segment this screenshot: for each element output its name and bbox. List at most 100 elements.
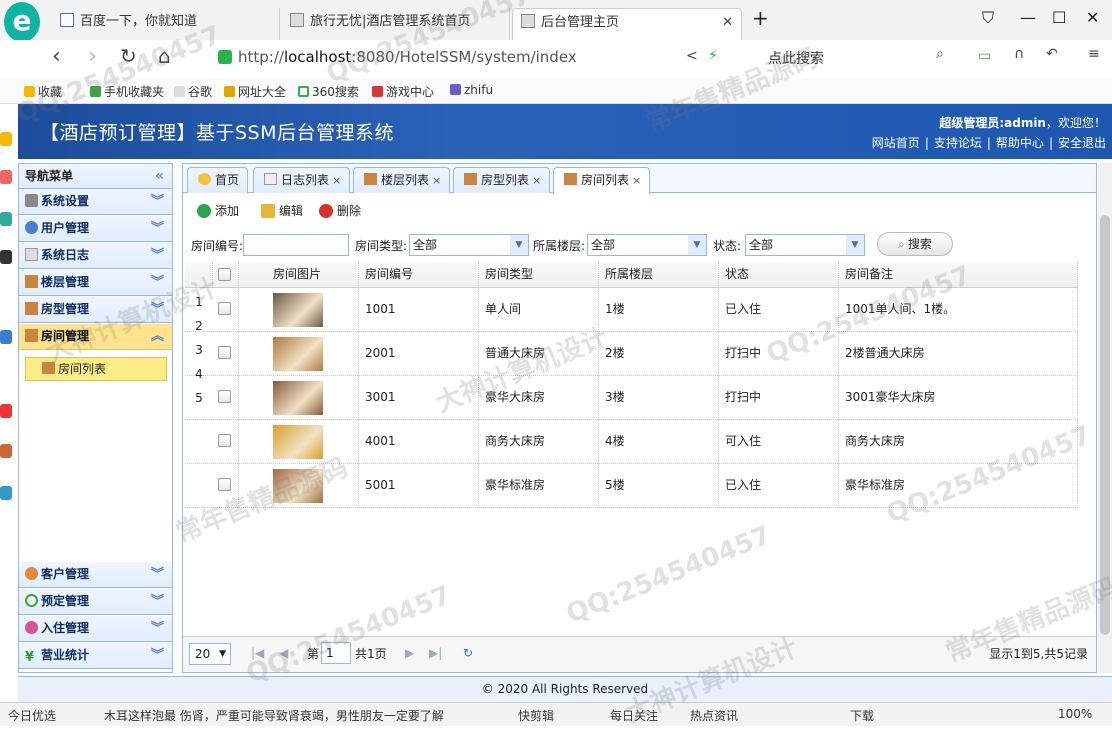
room-thumbnail[interactable]: [273, 293, 323, 327]
search-button[interactable]: ⌕ 搜索: [877, 232, 953, 256]
col-status[interactable]: 状态: [719, 262, 839, 288]
search-icon[interactable]: ⌕: [936, 46, 944, 62]
reload-icon[interactable]: ↻: [120, 44, 137, 68]
app-icon[interactable]: [0, 212, 12, 226]
bookmark-item[interactable]: 360搜索: [298, 83, 359, 100]
close-window-icon[interactable]: ✕: [1086, 8, 1099, 27]
link-forum[interactable]: 支持论坛: [934, 136, 982, 150]
app-icon[interactable]: [0, 330, 12, 344]
row-checkbox[interactable]: [218, 478, 231, 491]
share-icon[interactable]: <: [686, 48, 698, 64]
col-room-type[interactable]: 房间类型: [479, 262, 599, 288]
browser-tab-baidu[interactable]: 百度一下，你就知道: [52, 8, 280, 40]
add-button[interactable]: 添加: [197, 202, 239, 219]
sidebar-item-room-types[interactable]: 房型管理 ︾: [19, 297, 172, 323]
col-room-no[interactable]: 房间编号: [359, 262, 479, 288]
room-no-input[interactable]: [243, 234, 349, 256]
close-icon[interactable]: ×: [432, 174, 441, 187]
sidebar-item-checkin[interactable]: 入住管理 ︾: [19, 616, 172, 642]
tab-home[interactable]: 首页: [187, 167, 249, 193]
close-icon[interactable]: ×: [332, 174, 341, 187]
search-field[interactable]: 点此搜索: [768, 48, 824, 68]
status-item[interactable]: 快剪辑: [518, 707, 554, 724]
row-checkbox[interactable]: [218, 390, 231, 403]
edit-button[interactable]: 编辑: [261, 202, 303, 219]
room-type-select[interactable]: 全部 ▼: [409, 234, 529, 256]
tab-room-list[interactable]: 房间列表 ×: [553, 167, 651, 194]
room-thumbnail[interactable]: [273, 381, 323, 415]
link-site-home[interactable]: 网站首页: [872, 136, 920, 150]
status-item[interactable]: 热点资讯: [690, 707, 738, 724]
menu-icon[interactable]: ≡: [1088, 46, 1100, 62]
last-page-icon[interactable]: ▶|: [429, 646, 442, 660]
prev-page-icon[interactable]: ◀: [279, 646, 288, 660]
back-icon[interactable]: ‹: [52, 44, 61, 69]
sidebar-subitem-room-list[interactable]: 房间列表: [25, 357, 167, 381]
status-news[interactable]: 木耳这样泡最 伤肾，严重可能导致肾衰竭，男性朋友一定要了解: [104, 707, 444, 724]
sidebar-item-customers[interactable]: 客户管理 ︾: [19, 562, 172, 588]
status-item[interactable]: 每日关注: [610, 707, 658, 724]
first-page-icon[interactable]: |◀: [251, 646, 264, 660]
table-row[interactable]: 3001 豪华大床房 3楼 打扫中 3001豪华大床房: [185, 376, 1078, 420]
sidebar-item-floors[interactable]: 楼层管理 ︾: [19, 270, 172, 296]
forward-icon[interactable]: ›: [88, 44, 97, 69]
row-checkbox[interactable]: [218, 434, 231, 447]
select-all-checkbox[interactable]: [218, 268, 231, 281]
col-room-image[interactable]: 房间图片: [239, 262, 359, 288]
zoom-level[interactable]: 100%: [1058, 707, 1092, 721]
browser-tab-hotel-home[interactable]: 旅行无忧|酒店管理系统首页: [282, 8, 510, 40]
bookmark-item[interactable]: 手机收藏夹: [90, 83, 164, 100]
close-tab-icon[interactable]: ✕: [722, 9, 733, 37]
tab-roomtype-list[interactable]: 房型列表 ×: [453, 167, 551, 193]
scrollbar-thumb[interactable]: [1100, 215, 1110, 635]
url-field[interactable]: http://localhost:8080/HotelSSM/system/in…: [238, 48, 738, 70]
maximize-icon[interactable]: ☐: [1052, 8, 1066, 27]
shirt-icon[interactable]: ⛉: [982, 8, 994, 28]
sidebar-item-logs[interactable]: 系统日志 ︾: [19, 243, 172, 269]
page-input[interactable]: 1: [321, 642, 351, 664]
lightning-icon[interactable]: ⚡: [708, 48, 718, 64]
scrollbar[interactable]: [1098, 163, 1112, 673]
link-help[interactable]: 帮助中心: [996, 136, 1044, 150]
col-remark[interactable]: 房间备注: [839, 262, 1078, 288]
sidebar-item-revenue[interactable]: ¥ 营业统计 ︾: [19, 643, 172, 669]
favorites-icon[interactable]: [0, 132, 12, 146]
bookmark-item[interactable]: zhifu: [450, 83, 493, 97]
collapse-icon[interactable]: «: [155, 164, 164, 188]
sidebar-item-system-settings[interactable]: 系统设置 ︾: [19, 189, 172, 215]
app-icon[interactable]: [0, 404, 12, 418]
sidebar-item-users[interactable]: 用户管理 ︾: [19, 216, 172, 242]
tab-floor-list[interactable]: 楼层列表 ×: [353, 167, 451, 193]
app-icon[interactable]: [0, 170, 12, 184]
room-thumbnail[interactable]: [273, 469, 323, 503]
bookmark-item[interactable]: 谷歌: [174, 83, 212, 100]
new-tab-button[interactable]: +: [752, 6, 769, 30]
bookmark-item[interactable]: 收藏: [24, 83, 62, 100]
battery-icon[interactable]: ▭: [978, 48, 991, 64]
undo-icon[interactable]: ↶: [1046, 46, 1058, 62]
app-icon[interactable]: [0, 486, 12, 500]
status-select[interactable]: 全部 ▼: [745, 234, 865, 256]
sidebar-item-rooms[interactable]: 房间管理 ︽: [19, 324, 172, 350]
bookmark-item[interactable]: 游戏中心: [372, 83, 434, 100]
status-item[interactable]: 下载: [850, 707, 874, 724]
sidebar-item-bookings[interactable]: 预定管理 ︾: [19, 589, 172, 615]
col-floor[interactable]: 所属楼层: [599, 262, 719, 288]
status-item[interactable]: 今日优选: [8, 707, 56, 724]
row-checkbox[interactable]: [218, 302, 231, 315]
bookmark-item[interactable]: 网址大全: [224, 83, 286, 100]
row-checkbox[interactable]: [218, 346, 231, 359]
room-thumbnail[interactable]: [273, 337, 323, 371]
link-logout[interactable]: 安全退出: [1058, 136, 1106, 150]
browser-tab-admin[interactable]: 后台管理主页 ✕: [512, 8, 742, 40]
home-icon[interactable]: ⌂: [158, 44, 171, 68]
refresh-icon[interactable]: ↻: [463, 646, 473, 660]
minimize-icon[interactable]: —: [1020, 8, 1036, 27]
table-row[interactable]: 4001 商务大床房 4楼 可入住 商务大床房: [185, 420, 1078, 464]
page-size-select[interactable]: 20 ▼: [189, 643, 231, 665]
delete-button[interactable]: 删除: [319, 202, 361, 219]
app-icon[interactable]: [0, 250, 12, 264]
table-row[interactable]: 2001 普通大床房 2楼 打扫中 2楼普通大床房: [185, 332, 1078, 376]
app-icon[interactable]: [0, 444, 12, 458]
table-row[interactable]: 5001 豪华标准房 5楼 已入住 豪华标准房: [185, 464, 1078, 508]
